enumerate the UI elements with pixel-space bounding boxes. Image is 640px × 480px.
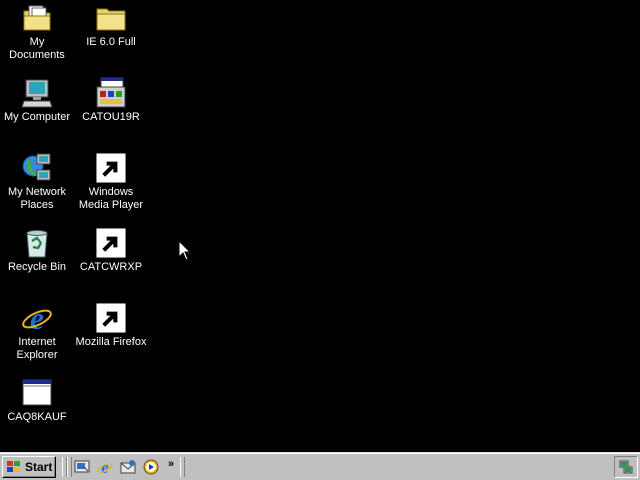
desktop-icon-mozilla-firefox[interactable]: Mozilla Firefox <box>74 302 148 349</box>
desktop-icon-label: My Computer <box>3 111 71 123</box>
desktop-icon-internet-explorer[interactable]: e Internet Explorer <box>0 302 74 362</box>
toolbar-grip[interactable] <box>180 457 185 477</box>
system-tray <box>614 456 638 478</box>
media-player-icon <box>143 459 159 475</box>
folder-documents-icon <box>21 2 53 34</box>
desktop-icon-my-computer[interactable]: My Computer <box>0 77 74 124</box>
desktop-icon-caq8kauf[interactable]: CAQ8KAUF <box>0 377 74 424</box>
shortcut-arrow-icon <box>95 227 127 259</box>
desktop-icon-label: My Documents <box>9 36 65 61</box>
shortcut-arrow-icon <box>95 302 127 334</box>
quick-launch-show-desktop[interactable] <box>74 459 90 475</box>
taskbar: Start e » <box>0 452 640 480</box>
desktop-icon-my-documents[interactable]: My Documents <box>0 2 74 62</box>
desktop-icon-catcwrxp[interactable]: CATCWRXP <box>74 227 148 274</box>
desktop-icon-ie-6-full[interactable]: IE 6.0 Full <box>74 2 148 49</box>
quick-launch-outlook-express[interactable] <box>120 459 136 475</box>
quick-launch-media-player[interactable] <box>143 459 159 475</box>
internet-explorer-icon: e <box>21 302 53 334</box>
toolbar-grip[interactable] <box>67 457 72 477</box>
desktop[interactable]: My Documents IE 6.0 Full My Computer CAT… <box>0 0 640 452</box>
outlook-express-icon <box>120 460 136 474</box>
desktop-icon-label: CAQ8KAUF <box>7 411 67 423</box>
start-button[interactable]: Start <box>2 456 56 478</box>
windows-logo-icon <box>7 461 20 472</box>
desktop-icon-label: CATOU19R <box>82 111 140 123</box>
program-window-icon <box>95 77 127 109</box>
desktop-icon-label: IE 6.0 Full <box>86 36 136 48</box>
desktop-icon-label: Recycle Bin <box>7 261 67 273</box>
firefox-icon <box>95 302 127 334</box>
computer-icon <box>21 77 53 109</box>
blank-window-icon <box>21 377 53 409</box>
quick-launch-internet-explorer[interactable]: e <box>97 459 113 475</box>
recycle-bin-icon <box>21 227 53 259</box>
svg-text:e: e <box>30 302 44 334</box>
desktop-icon-catou19r[interactable]: CATOU19R <box>74 77 148 124</box>
desktop-icon-label: Internet Explorer <box>16 336 58 361</box>
desktop-icon-windows-media-player[interactable]: Windows Media Player <box>74 152 148 212</box>
quick-launch-more-chevron[interactable]: » <box>168 458 174 470</box>
internet-explorer-icon: e <box>97 459 113 475</box>
start-label: Start <box>25 460 53 474</box>
desktop-icon-recycle-bin[interactable]: Recycle Bin <box>0 227 74 274</box>
mouse-pointer-icon <box>178 240 192 261</box>
desktop-icon-label: My Network Places <box>7 186 67 211</box>
show-desktop-icon <box>74 460 90 473</box>
cd-installer-icon <box>95 227 127 259</box>
desktop-icon-label: Mozilla Firefox <box>75 336 147 348</box>
network-tray-icon[interactable] <box>618 459 634 475</box>
folder-icon <box>95 2 127 34</box>
network-places-icon <box>21 152 53 184</box>
media-player-icon <box>95 152 127 184</box>
desktop-icon-my-network-places[interactable]: My Network Places <box>0 152 74 212</box>
desktop-icon-label: CATCWRXP <box>79 261 143 273</box>
shortcut-arrow-icon <box>95 152 127 184</box>
desktop-icon-label: Windows Media Player <box>78 186 144 211</box>
